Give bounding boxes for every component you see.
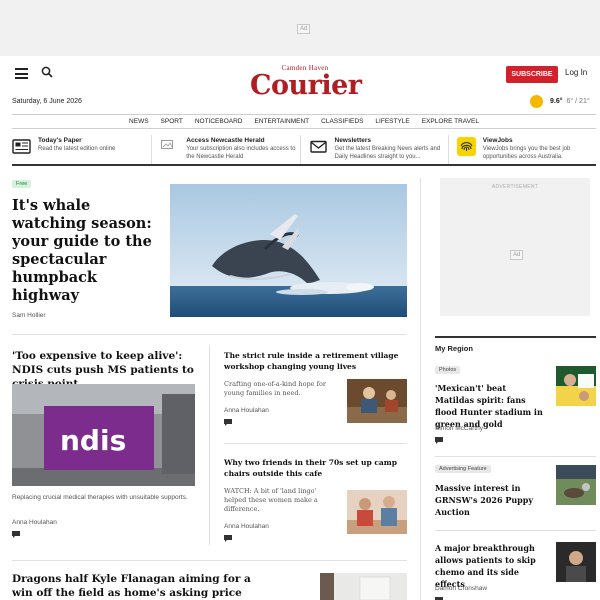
flanagan-image[interactable] <box>320 573 407 600</box>
subscribe-button[interactable]: SUBSCRIBE <box>506 66 558 83</box>
lead-headline[interactable]: It's whale watching season: your guide t… <box>12 197 162 305</box>
whale-hero-image[interactable] <box>170 184 407 317</box>
region-rule <box>435 336 596 338</box>
lead-author[interactable]: Sam Hollier <box>12 312 46 319</box>
nav-classifieds[interactable]: CLASSIFIEDS <box>321 118 363 125</box>
ad-label: ADVERTISEMENT <box>491 184 539 190</box>
weather-widget[interactable]: 9.6° 6° / 21° <box>530 94 590 108</box>
puppy-auction-image[interactable] <box>556 465 596 505</box>
main-nav: NEWS SPORT NOTICEBOARD ENTERTAINMENT CLA… <box>12 114 596 129</box>
ad-marker: Ad <box>297 24 311 34</box>
promo-strip: Today's Paper Read the latest edition on… <box>12 135 596 166</box>
section-divider <box>435 530 596 531</box>
ndis-image[interactable]: ndis <box>12 384 195 486</box>
sidebar-divider <box>420 178 421 600</box>
promo-desc: Get the latest Breaking News alerts and … <box>334 146 441 160</box>
free-badge: Free <box>12 180 32 188</box>
promo-desc: Read the latest edition online <box>38 146 116 152</box>
sidebar-ad[interactable]: ADVERTISEMENT Ad <box>440 178 590 316</box>
cafe-standfirst: WATCH: A bit of 'land lingo' helped thes… <box>224 487 318 513</box>
promo-desc: Your subscription also includes access t… <box>186 146 296 160</box>
promo-access-herald[interactable]: Access Newcastle Herald Your subscriptio… <box>151 135 299 164</box>
my-region-heading: My Region <box>435 344 473 353</box>
cafe-headline[interactable]: Why two friends in their 70s set up camp… <box>224 457 407 479</box>
nav-sport[interactable]: SPORT <box>161 118 183 125</box>
village-image[interactable] <box>347 379 407 423</box>
ndis-standfirst: Replacing crucial medical therapies with… <box>12 494 188 501</box>
sun-icon <box>530 94 543 108</box>
newspaper-icon <box>12 139 31 154</box>
promo-desc: ViewJobs brings you the best job opportu… <box>482 146 571 160</box>
promo-title: Access Newcastle Herald <box>186 137 265 144</box>
promo-viewjobs[interactable]: ViewJobs ViewJobs brings you the best jo… <box>447 135 596 164</box>
envelope-icon <box>309 140 327 153</box>
nav-entertainment[interactable]: ENTERTAINMENT <box>255 118 310 125</box>
chemo-author[interactable]: Damon Cronshaw <box>435 585 487 592</box>
promo-newsletters[interactable]: Newsletters Get the latest Breaking News… <box>299 135 448 164</box>
nav-explore-travel[interactable]: EXPLORE TRAVEL <box>422 118 479 125</box>
nav-noticeboard[interactable]: NOTICEBOARD <box>195 118 243 125</box>
temperature-range: 6° / 21° <box>566 97 590 105</box>
masthead: Camden Haven Courier SUBSCRIBE Log In Sa… <box>0 56 600 110</box>
broken-image-icon <box>161 140 174 149</box>
nav-lifestyle[interactable]: LIFESTYLE <box>375 118 409 125</box>
comment-icon[interactable] <box>224 535 232 542</box>
promo-todays-paper[interactable]: Today's Paper Read the latest edition on… <box>12 135 151 164</box>
chemo-headline[interactable]: A major breakthrough allows patients to … <box>435 542 547 590</box>
matildas-image[interactable] <box>556 366 596 406</box>
village-standfirst: Crafting one-of-a-kind hope for young fa… <box>224 380 326 397</box>
top-ad-banner[interactable]: Ad <box>0 0 600 56</box>
current-temperature: 9.6° <box>550 97 563 105</box>
matildas-headline[interactable]: 'Mexican't' beat Matildas spirit: fans f… <box>435 382 547 430</box>
comment-icon[interactable] <box>12 531 20 538</box>
village-headline[interactable]: The strict rule inside a retirement vill… <box>224 350 407 372</box>
comment-icon[interactable] <box>435 437 443 444</box>
cafe-author[interactable]: Anna Houlahan <box>224 523 269 530</box>
menu-icon[interactable] <box>15 68 28 79</box>
section-divider <box>435 456 596 457</box>
current-date: Saturday, 6 June 2026 <box>12 98 82 105</box>
matildas-author[interactable]: Simon McCarthy <box>435 425 483 432</box>
login-link[interactable]: Log In <box>565 68 587 77</box>
comment-icon[interactable] <box>224 419 232 426</box>
ndis-logo-text: ndis <box>60 424 126 457</box>
village-author[interactable]: Anna Houlahan <box>224 407 269 414</box>
section-divider <box>12 334 407 335</box>
ad-marker: Ad <box>510 250 524 260</box>
promo-title: Today's Paper <box>38 137 82 144</box>
photos-badge: Photos <box>435 366 461 374</box>
flanagan-headline[interactable]: Dragons half Kyle Flanagan aiming for a … <box>12 572 262 600</box>
nav-news[interactable]: NEWS <box>129 118 149 125</box>
site-logo[interactable]: Camden Haven Courier <box>250 64 362 106</box>
fingerprint-icon <box>456 137 476 156</box>
column-divider <box>209 345 210 545</box>
puppy-auction-headline[interactable]: Massive interest in GRNSW's 2026 Puppy A… <box>435 482 547 518</box>
cafe-image[interactable] <box>347 490 407 534</box>
promo-title: ViewJobs <box>482 137 513 144</box>
search-icon[interactable] <box>41 66 53 78</box>
section-divider <box>224 443 407 444</box>
promo-title: Newsletters <box>334 137 372 144</box>
chemo-image[interactable] <box>556 542 596 582</box>
advertising-feature-badge: Advertising Feature <box>435 465 491 473</box>
section-divider <box>12 560 407 561</box>
logo-wordmark: Courier <box>250 70 362 101</box>
ndis-author[interactable]: Anna Houlahan <box>12 519 57 526</box>
